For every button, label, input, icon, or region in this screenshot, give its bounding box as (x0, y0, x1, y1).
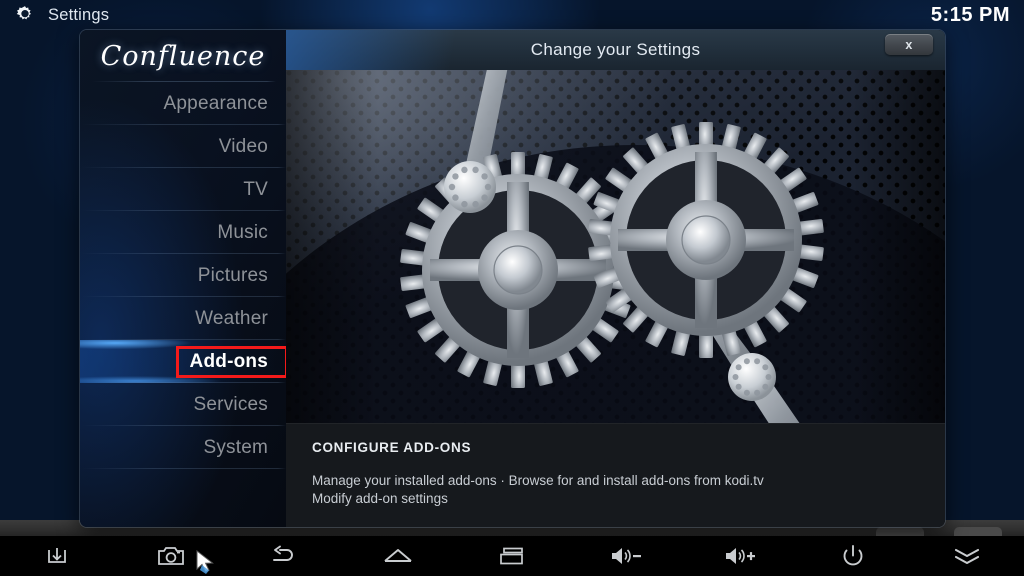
sidebar-item-label: Pictures (197, 264, 268, 286)
sidebar-item-pictures[interactable]: Pictures (80, 254, 286, 297)
screenshot-icon (156, 543, 186, 569)
description-line-1: Manage your installed add-ons · Browse f… (312, 473, 764, 488)
sidebar-item-appearance[interactable]: Appearance (80, 82, 286, 125)
power-button[interactable] (796, 536, 910, 576)
volume-up-icon (722, 545, 758, 567)
sidebar-item-tv[interactable]: TV (80, 168, 286, 211)
sidebar-item-label: Weather (195, 307, 268, 329)
sidebar-item-add-ons[interactable]: Add-ons (80, 340, 288, 383)
settings-content: Change your Settings x CONFIGURE ADD-ONS… (286, 30, 945, 527)
sidebar-item-music[interactable]: Music (80, 211, 286, 254)
mouse-cursor (196, 549, 220, 576)
volume-down-icon (608, 545, 644, 567)
download-button[interactable] (0, 536, 114, 576)
description-body: Manage your installed add-ons · Browse f… (312, 472, 919, 508)
description-panel: CONFIGURE ADD-ONS Manage your installed … (286, 423, 945, 527)
close-icon: x (905, 37, 913, 52)
back-icon (269, 544, 299, 568)
download-icon (43, 543, 71, 569)
volume-down-button[interactable] (569, 536, 683, 576)
settings-hero-image (286, 70, 945, 423)
sidebar-item-label: Appearance (163, 92, 268, 114)
sidebar-item-label: Music (217, 221, 268, 243)
settings-window: Confluence Appearance Video TV Music Pic… (80, 30, 945, 527)
android-nav-bar (0, 536, 1024, 576)
power-icon (840, 543, 866, 569)
sidebar-item-video[interactable]: Video (80, 125, 286, 168)
home-button[interactable] (341, 536, 455, 576)
sidebar-item-label: Services (193, 393, 268, 415)
sidebar-item-label: System (203, 436, 268, 458)
chevron-down-icon (951, 545, 983, 567)
status-bar: Settings 5:15 PM (0, 0, 1024, 30)
recents-button[interactable] (455, 536, 569, 576)
description-heading: CONFIGURE ADD-ONS (312, 440, 472, 455)
clock: 5:15 PM (930, 3, 1010, 26)
sidebar-item-system[interactable]: System (80, 426, 286, 469)
description-line-2: Modify add-on settings (312, 491, 448, 506)
hero-vignette (286, 70, 945, 423)
status-bar-title: Settings (48, 5, 110, 24)
page-title: Change your Settings (530, 40, 701, 59)
sidebar-item-label: TV (243, 178, 268, 200)
sidebar-item-services[interactable]: Services (80, 383, 286, 426)
back-button[interactable] (228, 536, 342, 576)
recents-icon (497, 544, 527, 568)
hide-bar-button[interactable] (910, 536, 1024, 576)
window-title-bar: Change your Settings x (286, 30, 945, 70)
sidebar-item-label: Add-ons (189, 350, 268, 372)
home-icon (382, 545, 414, 567)
confluence-logo: Confluence (80, 30, 286, 82)
sidebar-item-weather[interactable]: Weather (80, 297, 286, 340)
settings-sidebar: Confluence Appearance Video TV Music Pic… (80, 30, 288, 527)
volume-up-button[interactable] (683, 536, 797, 576)
sidebar-item-label: Video (218, 135, 268, 157)
gear-icon (14, 4, 36, 26)
settings-category-list: Appearance Video TV Music Pictures Weath… (80, 82, 288, 469)
close-button[interactable]: x (885, 34, 933, 55)
